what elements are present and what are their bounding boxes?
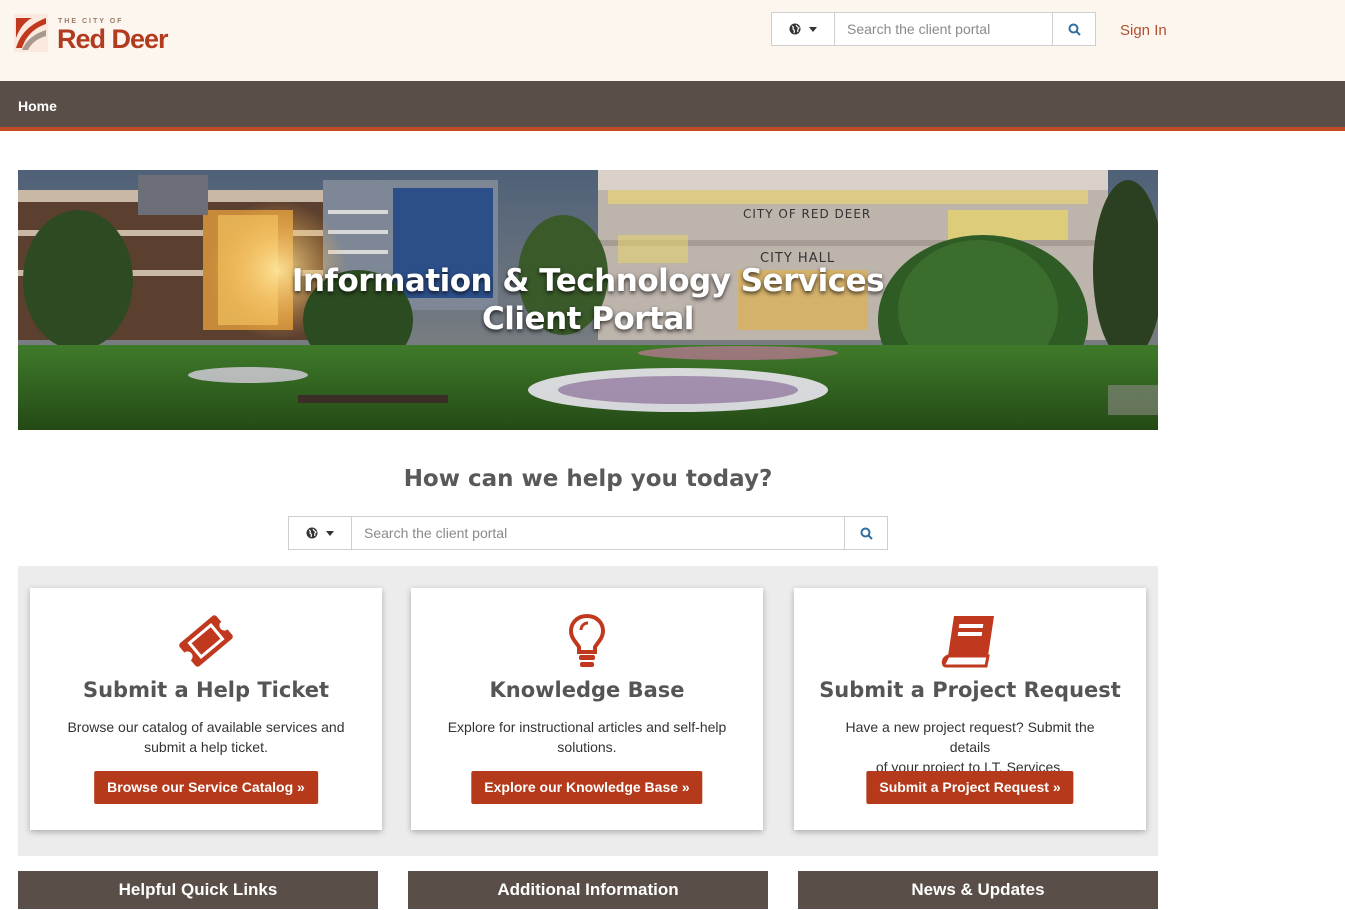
card-knowledge-base: Knowledge Base Explore for instructional… [411,588,763,830]
chevron-down-icon [326,530,334,536]
hero-banner: CITY OF RED DEER CITY HALL Information &… [18,170,1158,430]
main-search [288,516,888,550]
service-cards: Submit a Help Ticket Browse our catalog … [18,566,1158,856]
card-description-line-1: Have a new project request? Submit the d… [845,719,1095,755]
header-search-input[interactable] [835,13,1052,45]
globe-icon [306,527,318,539]
hero-title-line-1: Information & Technology Services [291,263,885,299]
submit-project-request-button[interactable]: Submit a Project Request » [866,771,1074,804]
search-icon [860,527,873,540]
hero-title-line-2: Client Portal [482,301,694,337]
card-title: Submit a Project Request [819,678,1121,702]
logo-mark-icon [14,14,48,52]
card-title: Submit a Help Ticket [82,678,330,702]
card-description-line-1: Browse our catalog of available services… [67,719,345,735]
main-search-button[interactable] [844,517,887,549]
browse-service-catalog-button[interactable]: Browse our Service Catalog » [94,771,318,804]
header-search-button[interactable] [1052,13,1095,45]
main-nav: Home [0,81,1345,131]
language-dropdown-main[interactable] [289,517,352,549]
card-title: Knowledge Base [489,678,685,702]
card-description: Browse our catalog of available services… [60,717,352,757]
city-logo[interactable]: THE CITY OF Red Deer [12,12,182,58]
chevron-down-icon [809,26,817,32]
card-project-request: Submit a Project Request Have a new proj… [794,588,1146,830]
sign-in-link[interactable]: Sign In [1120,22,1167,39]
language-dropdown[interactable] [772,13,835,45]
site-header: THE CITY OF Red Deer Sign In [0,0,1345,81]
ticket-icon [179,615,233,667]
card-description-line-1: Explore for instructional articles and s… [447,719,727,735]
section-header-additional-info: Additional Information [408,871,768,909]
card-description: Explore for instructional articles and s… [441,717,733,757]
help-heading: How can we help you today? [403,466,773,492]
section-header-quick-links: Helpful Quick Links [18,871,378,909]
card-description-line-2: solutions. [557,739,617,755]
header-search [771,12,1096,46]
card-description-line-2: submit a help ticket. [144,739,268,755]
lightbulb-icon [568,613,606,667]
card-description: Have a new project request? Submit the d… [824,717,1116,777]
logo-wordmark: Red Deer [57,24,169,54]
hero-sign-text: CITY OF RED DEER [743,207,871,221]
nav-item-home[interactable]: Home [18,98,57,114]
search-icon [1068,23,1081,36]
hero-title: Information & Technology Services Client… [18,262,1158,338]
main-search-input[interactable] [352,517,844,549]
globe-icon [789,23,801,35]
section-header-news: News & Updates [798,871,1158,909]
card-help-ticket: Submit a Help Ticket Browse our catalog … [30,588,382,830]
book-icon [941,616,994,668]
explore-knowledge-base-button[interactable]: Explore our Knowledge Base » [471,771,703,804]
